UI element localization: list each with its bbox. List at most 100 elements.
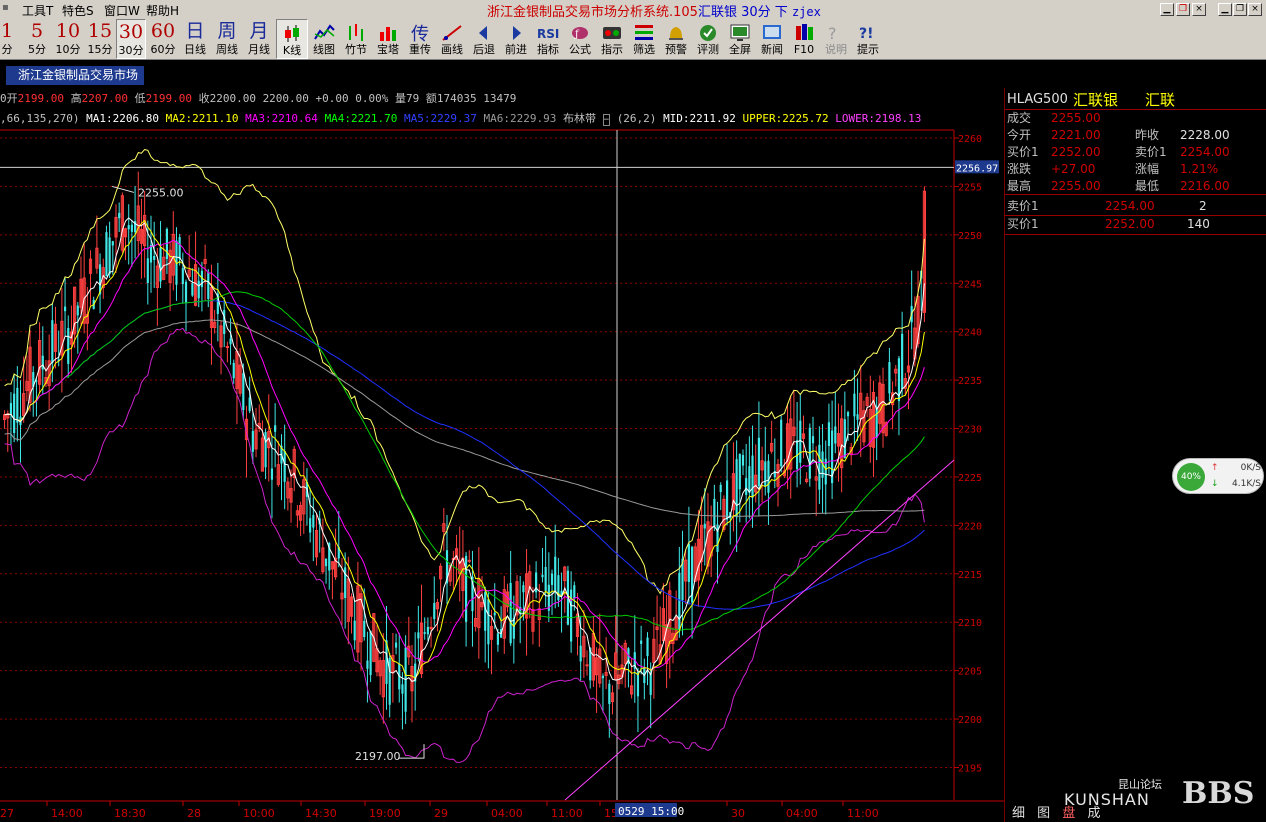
tool-button-16[interactable]: F10 — [788, 19, 820, 59]
candle-body — [423, 632, 426, 634]
boll-lower-line — [4, 327, 925, 763]
tool-button-13[interactable]: 评测 — [692, 19, 724, 59]
quote-label-2: 卖价1 — [1135, 145, 1167, 159]
candle-body — [703, 523, 706, 529]
period-number: 10 — [55, 20, 81, 42]
candle-body — [834, 426, 837, 444]
restore-window-icon[interactable]: ❐ — [1233, 3, 1247, 16]
collapse-icon[interactable]: − — [602, 114, 611, 126]
period-button-3[interactable]: 15 15分 — [86, 19, 114, 59]
tool-button-6[interactable]: 后退 — [468, 19, 500, 59]
close-window-icon[interactable]: × — [1248, 3, 1262, 16]
period-button-7[interactable]: 周周线 — [213, 19, 241, 59]
quote-value-2: 1.21% — [1180, 162, 1219, 176]
candle-body — [248, 397, 251, 412]
tool-button-0[interactable]: K线 — [276, 19, 308, 59]
sell-qty: 2 — [1199, 199, 1207, 213]
tool-label: 画线 — [441, 43, 463, 56]
menu-app-icon[interactable]: ▪ — [2, 2, 9, 13]
candle-body — [274, 425, 277, 432]
candle-body — [366, 660, 369, 669]
minimize-window-icon[interactable]: ▁ — [1218, 3, 1232, 16]
period-button-5[interactable]: 60 60分 — [149, 19, 177, 59]
boll-mid: MID:2211.92 — [663, 112, 736, 125]
candle-body — [242, 373, 245, 411]
period-button-0[interactable]: 1分 — [0, 19, 14, 59]
period-label: 10分 — [55, 43, 81, 56]
candle-body — [108, 237, 111, 274]
tool-button-2[interactable]: 竹节 — [340, 19, 372, 59]
time-tick-label: 14:30 — [305, 807, 337, 820]
tool-label: K线 — [282, 44, 302, 57]
period-button-1[interactable]: 5 5分 — [24, 19, 50, 59]
tool-button-1[interactable]: 线图 — [308, 19, 340, 59]
candle-body — [827, 422, 831, 446]
menu-features[interactable]: 特色S — [62, 2, 94, 19]
tool-button-9[interactable]: ƒ 公式 — [564, 19, 596, 59]
quote-label: 买价1 — [1007, 145, 1039, 159]
panel-code: HLAG500 — [1007, 92, 1068, 107]
indicator-icon — [603, 27, 621, 39]
tool-button-3[interactable]: 宝塔 — [372, 19, 404, 59]
tab-chart[interactable]: 图 — [1037, 806, 1050, 821]
price-tick-label: 2215 — [958, 570, 982, 581]
tool-button-11[interactable]: 筛选 — [628, 19, 660, 59]
candle-body — [225, 346, 229, 349]
ma6-value: MA6:2229.93 — [483, 112, 557, 125]
buy-level-row: 买价1 2252.00 140 — [1005, 216, 1266, 233]
price-tick-label: 2230 — [958, 425, 982, 436]
tab-trades[interactable]: 成 — [1087, 806, 1100, 821]
market-tab[interactable]: 浙江金银制品交易市场 — [6, 66, 144, 85]
minimize-child-icon[interactable]: ▁ — [1160, 3, 1174, 16]
tab-detail[interactable]: 细 — [1012, 806, 1025, 821]
candle-body — [725, 480, 729, 520]
tool-button-14[interactable]: 全屏 — [724, 19, 756, 59]
tool-label: 后退 — [473, 43, 495, 56]
candle-body — [324, 558, 328, 567]
period-button-2[interactable]: 10 10分 — [54, 19, 82, 59]
restore-child-icon[interactable]: ❐ — [1176, 3, 1190, 16]
close-child-icon[interactable]: × — [1192, 3, 1206, 16]
tool-button-18[interactable]: ?! 提示 — [852, 19, 884, 59]
candle-body — [178, 237, 181, 260]
tool-button-10[interactable]: 指示 — [596, 19, 628, 59]
period-number: 60 — [150, 20, 176, 42]
panel-divider — [1005, 194, 1266, 195]
menu-window[interactable]: 窗口W — [104, 2, 140, 19]
period-label: 周线 — [216, 43, 238, 56]
tool-label: 新闻 — [761, 43, 783, 56]
svg-text:传: 传 — [411, 24, 429, 43]
kline-chart[interactable]: 2260 2255 2250 2245 2240 2235 2230 2225 2220 2215… — [0, 88, 1004, 822]
candle-body — [309, 518, 312, 533]
quote-label-2: 昨收 — [1135, 128, 1160, 142]
quote-row: 最高 2255.00 最低 2216.00 — [1005, 178, 1266, 195]
candle-body — [76, 305, 79, 316]
candle-body — [51, 320, 54, 363]
price-tick-label: 2200 — [958, 715, 982, 726]
tool-button-4[interactable]: 传重传 — [404, 19, 436, 59]
tool-button-12[interactable]: 预警 — [660, 19, 692, 59]
upload-arrow-icon: ↑ — [1211, 463, 1219, 473]
candle-body — [264, 432, 267, 468]
menu-help[interactable]: 帮助H — [146, 2, 179, 19]
tool-button-7[interactable]: 前进 — [500, 19, 532, 59]
tool-button-17[interactable]: ? 说明 — [820, 19, 852, 59]
candle-body — [363, 620, 366, 638]
quote-value-2: 2254.00 — [1180, 145, 1230, 159]
network-speed-widget[interactable]: 40% ↑ 0K/S ↓ 4.1K/S — [1172, 458, 1264, 494]
time-tick-label: 10:00 — [243, 807, 275, 820]
candle-body — [159, 247, 162, 282]
quote-label: 最高 — [1007, 179, 1032, 193]
candle-body — [487, 599, 490, 645]
candle-body — [550, 573, 554, 585]
tool-button-5[interactable]: 画线 — [436, 19, 468, 59]
menu-tools[interactable]: 工具T — [22, 2, 53, 19]
tool-button-15[interactable]: 新闻 — [756, 19, 788, 59]
time-tick-label: 11:00 — [847, 807, 879, 820]
period-button-8[interactable]: 月月线 — [245, 19, 273, 59]
period-button-6[interactable]: 日日线 — [181, 19, 209, 59]
period-button-4[interactable]: 30 30分 — [116, 19, 146, 59]
ma-params: ,66,135,270) — [0, 112, 80, 125]
tab-orderbook[interactable]: 盘 — [1062, 806, 1075, 821]
tool-button-8[interactable]: RSI 指标 — [532, 19, 564, 59]
